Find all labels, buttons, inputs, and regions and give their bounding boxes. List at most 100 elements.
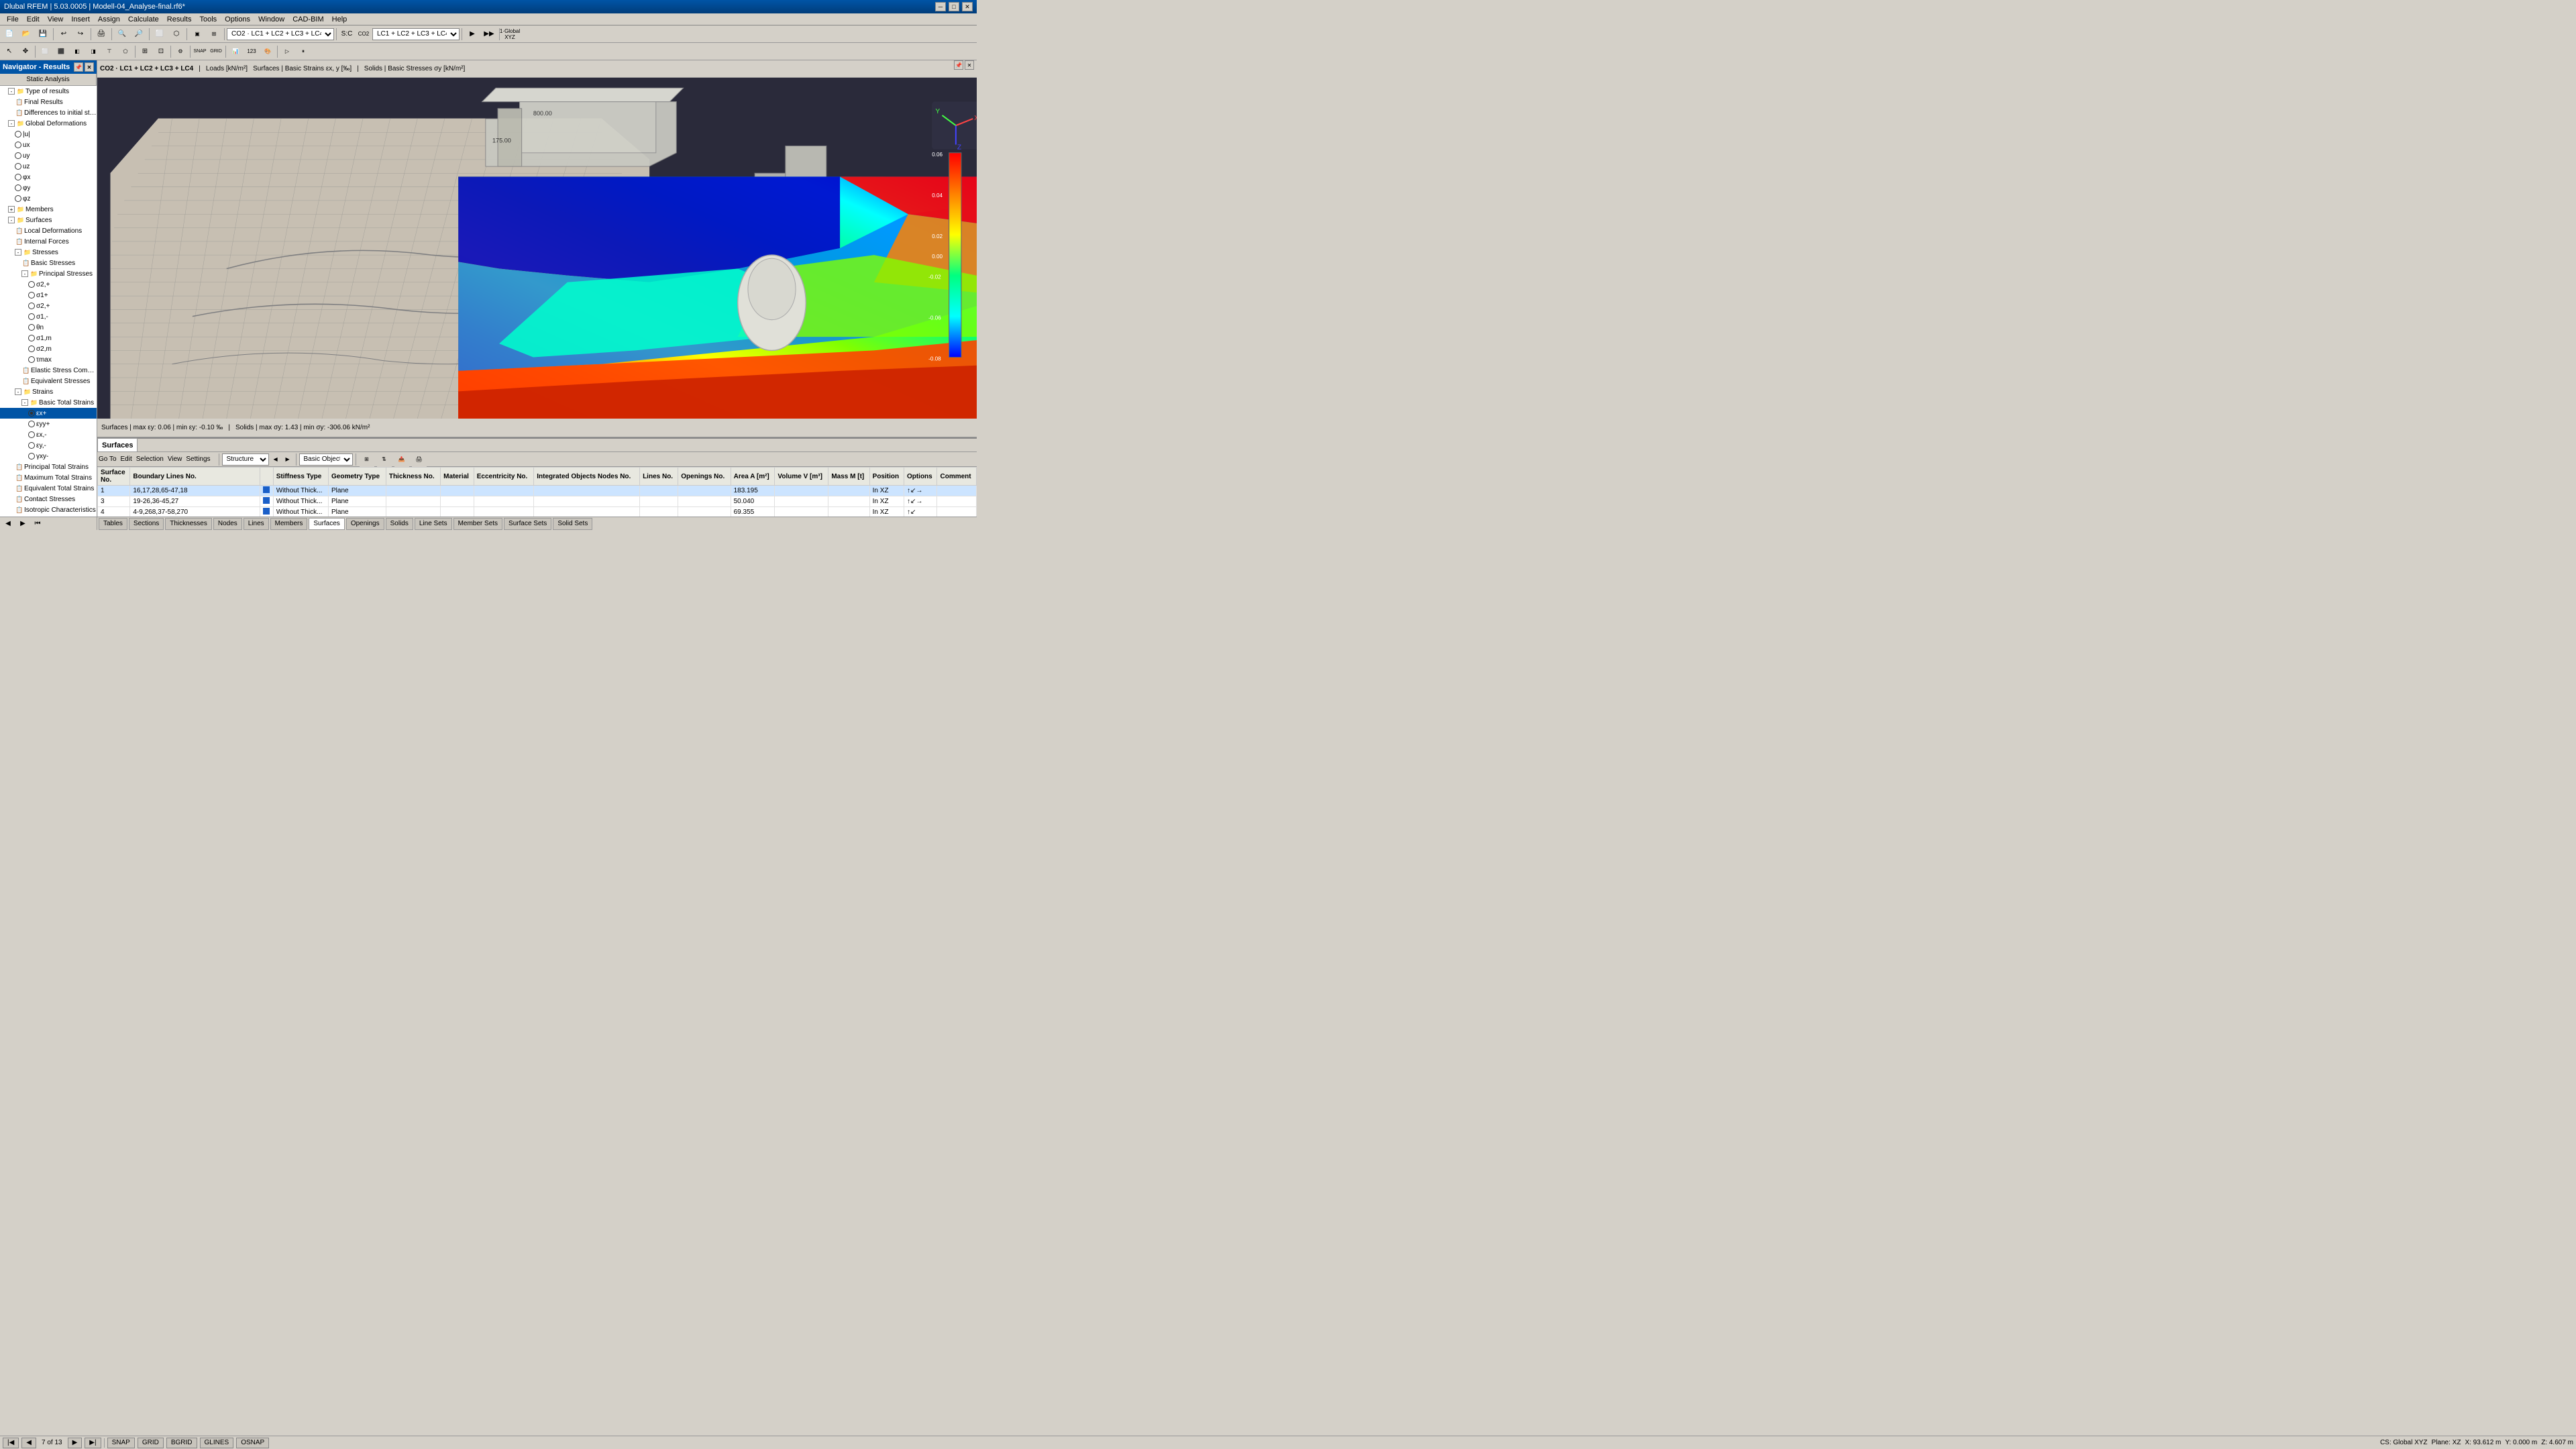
tree-equiv-total-strains[interactable]: 📋 Equivalent Total Strains [0, 483, 97, 494]
navigator-controls[interactable]: 📌 ✕ [74, 62, 94, 72]
basic-objects-combo[interactable]: Basic Objects [299, 453, 353, 466]
load-combo-select[interactable]: CO2 · LC1 + LC2 + LC3 + LC4 [227, 28, 334, 40]
calc-all-btn[interactable]: ▶▶ [482, 27, 496, 42]
tree-principal-total-strains[interactable]: 📋 Principal Total Strains [0, 462, 97, 472]
tree-u-abs[interactable]: |u| [0, 129, 97, 140]
nav-tab-static[interactable]: Static Analysis [0, 74, 97, 85]
undo-btn[interactable]: ↩ [56, 27, 71, 42]
status-next2-btn[interactable]: ▶| [85, 1438, 101, 1448]
nav-home-btn[interactable]: ⏮ [32, 518, 44, 530]
edit-btn[interactable]: Edit [121, 455, 132, 463]
nav-next-btn[interactable]: ▶ [17, 518, 29, 530]
tree-sigma2m[interactable]: σ2,m [0, 343, 97, 354]
tree-uz[interactable]: uz [0, 161, 97, 172]
settings-btn[interactable]: Settings [186, 455, 210, 463]
menu-options[interactable]: Options [221, 15, 254, 23]
tree-members[interactable]: + 📁 Members [0, 204, 97, 215]
select-btn[interactable]: ↖ [2, 44, 17, 59]
tbt-tables[interactable]: Tables [99, 518, 127, 530]
tree-sigma2p[interactable]: σ2,+ [0, 279, 97, 290]
tree-surfaces[interactable]: - 📁 Surfaces [0, 215, 97, 225]
bgrid-status-btn[interactable]: BGRID [166, 1438, 197, 1448]
view-left[interactable]: ◧ [70, 44, 85, 59]
tree-phix[interactable]: φx [0, 172, 97, 182]
tree-final-results[interactable]: 📋 Final Results [0, 97, 97, 107]
tree-taumax[interactable]: τmax [0, 354, 97, 365]
snap-status-btn[interactable]: SNAP [107, 1438, 135, 1448]
tree-sigma1m2[interactable]: σ1,m [0, 333, 97, 343]
lc-combo[interactable]: LC1 + LC2 + LC3 + LC4 [372, 28, 460, 40]
result-diag-btn[interactable]: 📊 [228, 44, 243, 59]
table-row[interactable]: 4 4-9,268,37-58,270 Without Thick... Pla… [98, 507, 977, 517]
open-btn[interactable]: 📂 [19, 27, 34, 42]
table-filter-btn[interactable]: ⊞ [360, 452, 374, 467]
tree-thetan[interactable]: θn [0, 322, 97, 333]
fit-sel-btn[interactable]: ⊡ [154, 44, 168, 59]
menu-tools[interactable]: Tools [195, 15, 221, 23]
tbt-members[interactable]: Members [270, 518, 308, 530]
zoom-out-btn[interactable]: 🔎 [131, 27, 146, 42]
glines-status-btn[interactable]: GLINES [200, 1438, 234, 1448]
view-top[interactable]: ⊤ [102, 44, 117, 59]
tree-differences[interactable]: 📋 Differences to initial state [0, 107, 97, 118]
tbt-thicknesses[interactable]: Thicknesses [165, 518, 212, 530]
maximize-button[interactable]: □ [949, 2, 959, 11]
window-controls[interactable]: ─ □ ✕ [935, 2, 973, 11]
tree-epsx-m[interactable]: εx,- [0, 429, 97, 440]
anim2-btn[interactable]: ⏸ [296, 44, 311, 59]
grid-btn[interactable]: GRID [209, 44, 223, 59]
tbt-surface-sets[interactable]: Surface Sets [504, 518, 551, 530]
osnap-status-btn[interactable]: OSNAP [236, 1438, 269, 1448]
move-btn[interactable]: ✥ [18, 44, 33, 59]
view3d-btn[interactable]: ⬜ [152, 27, 167, 42]
tree-uy[interactable]: uy [0, 150, 97, 161]
view-front[interactable]: ⬜ [38, 44, 52, 59]
tree-epsy-m[interactable]: εy,- [0, 440, 97, 451]
table-sort-btn[interactable]: ⇅ [377, 452, 392, 467]
close-button[interactable]: ✕ [962, 2, 973, 11]
tab-surfaces[interactable]: Surfaces [97, 438, 138, 451]
new-btn[interactable]: 📄 [2, 27, 17, 42]
zoom-in-btn[interactable]: 🔍 [115, 27, 129, 42]
tb-btn2[interactable]: CO2 [356, 27, 371, 42]
status-next-btn[interactable]: ▶ [68, 1438, 83, 1448]
tab-close-btn[interactable]: ✕ [965, 60, 974, 70]
minimize-button[interactable]: ─ [935, 2, 946, 11]
tree-stresses-surf[interactable]: - 📁 Stresses [0, 247, 97, 258]
tree-phiz[interactable]: φz [0, 193, 97, 204]
tree-type-of-results[interactable]: - 📁 Type of results [0, 86, 97, 97]
nav-prev-btn[interactable]: ◀ [2, 518, 14, 530]
grid-status-btn[interactable]: GRID [138, 1438, 164, 1448]
save-btn[interactable]: 💾 [36, 27, 50, 42]
tbt-sections[interactable]: Sections [129, 518, 164, 530]
tree-gamma-xy[interactable]: γxy- [0, 451, 97, 462]
snap-btn[interactable]: SNAP [193, 44, 207, 59]
tbt-solids[interactable]: Solids [386, 518, 413, 530]
tree-phiy[interactable]: φy [0, 182, 97, 193]
status-prev2-btn[interactable]: ◀ [21, 1438, 36, 1448]
tbt-solid-sets[interactable]: Solid Sets [553, 518, 592, 530]
menu-results[interactable]: Results [163, 15, 196, 23]
tbt-line-sets[interactable]: Line Sets [415, 518, 452, 530]
view-btn[interactable]: View [168, 455, 182, 463]
goto-btn[interactable]: Go To [99, 455, 117, 463]
tree-basic-stresses[interactable]: 📋 Basic Stresses [0, 258, 97, 268]
viewport[interactable]: 175.00 800.00 X Y Z [97, 78, 977, 419]
menu-insert[interactable]: Insert [67, 15, 94, 23]
tree-ux[interactable]: ux [0, 140, 97, 150]
table-nav-next[interactable]: ▶ [283, 454, 292, 465]
tree-epsx-p[interactable]: εx+ [0, 408, 97, 419]
status-prev-btn[interactable]: |◀ [3, 1438, 19, 1448]
redo-btn[interactable]: ↪ [73, 27, 88, 42]
fit-all-btn[interactable]: ⊞ [138, 44, 152, 59]
tab-pin-btn[interactable]: 📌 [954, 60, 963, 70]
tbt-member-sets[interactable]: Member Sets [453, 518, 502, 530]
menu-calculate[interactable]: Calculate [124, 15, 163, 23]
tb-btn1[interactable]: S:C [339, 27, 354, 42]
result-val-btn[interactable]: 123 [244, 44, 259, 59]
menu-window[interactable]: Window [254, 15, 288, 23]
table-row[interactable]: 1 16,17,28,65-47,18 Without Thick... Pla… [98, 486, 977, 496]
tree-sigma2p2[interactable]: σ2,+ [0, 301, 97, 311]
tree-elastic-stress[interactable]: 📋 Elastic Stress Components [0, 365, 97, 376]
view-iso[interactable]: ⬠ [118, 44, 133, 59]
